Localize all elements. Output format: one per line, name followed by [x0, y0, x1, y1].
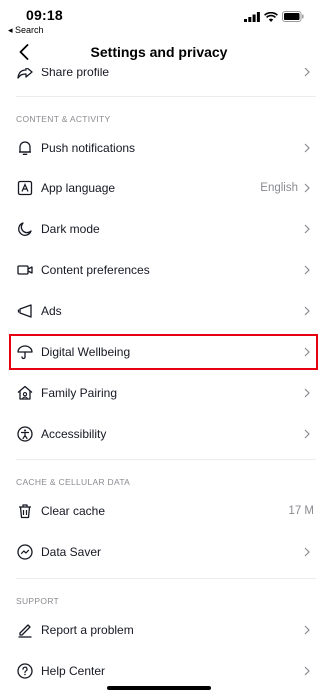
settings-row-family-pairing[interactable]: Family Pairing: [0, 373, 318, 413]
settings-row-label: Data Saver: [41, 545, 102, 559]
cache-size-value: 17 M: [288, 505, 314, 517]
cellular-signal-icon: [244, 11, 260, 22]
video-icon: [16, 261, 34, 279]
section-header-cache: CACHE & CELLULAR DATA: [16, 477, 131, 487]
wifi-icon: [264, 11, 278, 22]
settings-row-app-language[interactable]: App language English: [0, 168, 318, 208]
chevron-right-icon: [302, 222, 312, 236]
data-saver-icon: [16, 543, 34, 561]
section-header-support: SUPPORT: [16, 596, 60, 606]
chevron-right-icon: [302, 545, 312, 559]
section-divider: [16, 459, 316, 460]
status-time: 09:18: [26, 7, 63, 23]
moon-icon: [16, 220, 34, 238]
settings-row-label: Ads: [41, 304, 62, 318]
settings-row-label: Dark mode: [41, 222, 100, 236]
help-icon: [16, 662, 34, 680]
settings-row-content-preferences[interactable]: Content preferences: [0, 250, 318, 290]
settings-row-accessibility[interactable]: Accessibility: [0, 414, 318, 454]
settings-row-share-profile[interactable]: Share profile: [0, 68, 318, 92]
page-title: Settings and privacy: [90, 44, 228, 60]
chevron-right-icon: [302, 664, 312, 678]
chevron-right-icon: [302, 427, 312, 441]
chevron-right-icon: [302, 68, 312, 79]
share-icon: [16, 68, 34, 81]
section-divider: [16, 96, 316, 97]
settings-row-data-saver[interactable]: Data Saver: [0, 532, 318, 572]
chevron-right-icon: [302, 141, 312, 155]
settings-row-label: Share profile: [41, 68, 110, 79]
settings-list[interactable]: Share profile CONTENT & ACTIVITY Push no…: [0, 68, 318, 696]
settings-row-dark-mode[interactable]: Dark mode: [0, 209, 318, 249]
settings-row-label: Report a problem: [41, 623, 134, 637]
section-header-content-activity: CONTENT & ACTIVITY: [16, 114, 111, 124]
section-divider: [16, 578, 316, 579]
chevron-right-icon: [302, 386, 312, 400]
settings-row-label: Help Center: [41, 664, 106, 678]
accessibility-icon: [16, 425, 34, 443]
settings-row-label: Push notifications: [41, 141, 136, 155]
back-to-app-link[interactable]: ◂ Search: [8, 25, 44, 36]
settings-row-label: Family Pairing: [41, 386, 118, 400]
nav-bar: Settings and privacy: [0, 36, 318, 68]
home-indicator: [107, 686, 211, 690]
trash-icon: [16, 502, 34, 520]
chevron-right-icon: [302, 304, 312, 318]
settings-row-report-problem[interactable]: Report a problem: [0, 610, 318, 650]
chevron-right-icon: [302, 181, 312, 195]
battery-icon: [282, 11, 304, 22]
pencil-icon: [16, 621, 34, 639]
settings-row-label: App language: [41, 181, 116, 195]
settings-row-label: Clear cache: [41, 504, 106, 518]
language-icon: [16, 179, 34, 197]
settings-row-push-notifications[interactable]: Push notifications: [0, 128, 318, 168]
status-icons: [244, 11, 304, 22]
home-icon: [16, 384, 34, 402]
status-bar: 09:18 ◂ Search: [0, 0, 318, 36]
megaphone-icon: [16, 302, 34, 320]
settings-row-clear-cache[interactable]: Clear cache 17 M: [0, 491, 318, 531]
settings-row-label: Content preferences: [41, 263, 150, 277]
bell-icon: [16, 139, 34, 157]
chevron-right-icon: [302, 623, 312, 637]
settings-row-help-center[interactable]: Help Center: [0, 651, 318, 691]
settings-row-label: Accessibility: [41, 427, 107, 441]
chevron-right-icon: [302, 263, 312, 277]
highlight-box: [9, 334, 318, 370]
settings-row-ads[interactable]: Ads: [0, 291, 318, 331]
app-language-value: English: [260, 182, 298, 194]
